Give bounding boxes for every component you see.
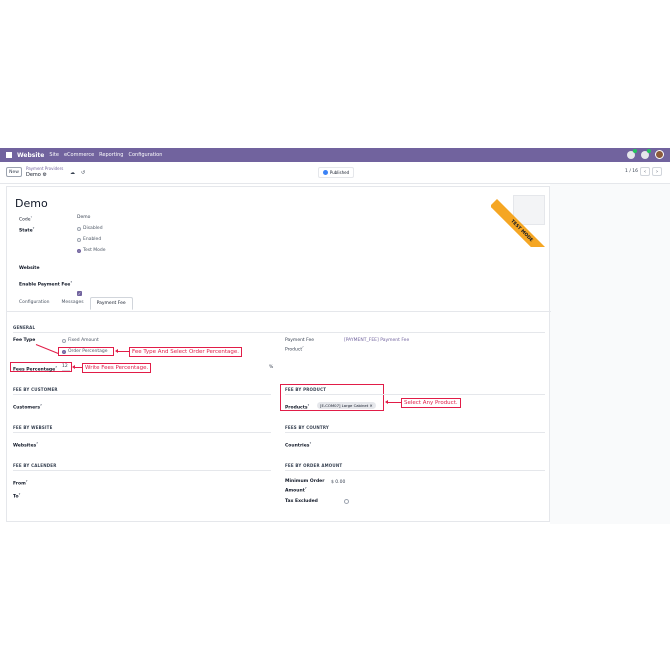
product-tag[interactable]: [E-COM07] Large Cabinet ✕: [317, 402, 376, 409]
section-divider: [285, 432, 545, 433]
new-button[interactable]: New: [6, 167, 22, 177]
menu-reporting[interactable]: Reporting: [99, 152, 123, 158]
website-label: Website: [19, 266, 40, 271]
state-label: State: [19, 228, 33, 234]
fee-type-label: Fee Type: [13, 338, 36, 343]
fee-type-fixed-radio[interactable]: Fixed Amount: [62, 338, 99, 343]
annotation-arrowhead: [72, 365, 75, 369]
notebook-tabs: Configuration Messages Payment Fee: [13, 297, 133, 310]
menu-ecommerce[interactable]: eCommerce: [64, 152, 94, 158]
pager-value[interactable]: 1 / 16: [625, 169, 638, 174]
annotation-arrow: [74, 367, 82, 368]
annotation-fee-type: Fee Type And Select Order Percentage.: [129, 347, 243, 357]
breadcrumb: Payment Providers Demo ⚙: [26, 166, 63, 178]
min-order-label-2: Amount: [285, 488, 305, 494]
payment-fee-product-link[interactable]: [PAYMENT_FEE] Payment Fee: [344, 338, 409, 343]
activity-clock-icon[interactable]: [641, 148, 651, 159]
menu-site[interactable]: Site: [49, 152, 59, 158]
published-button[interactable]: Published: [318, 167, 354, 178]
section-general: GENERAL: [13, 325, 36, 330]
websites-label: Websites: [13, 443, 37, 449]
section-fee-by-website: FEE BY WEBSITE: [13, 425, 53, 430]
gear-icon[interactable]: ⚙: [42, 172, 46, 178]
state-test-mode-radio[interactable]: Test Mode: [77, 248, 106, 253]
countries-label: Countries: [285, 443, 310, 449]
section-fee-by-customer: FEE BY CUSTOMER: [13, 387, 58, 392]
section-divider: [13, 470, 271, 471]
min-order-label-1: Minimum Order: [285, 479, 325, 484]
test-mode-ribbon: TEST MODE: [491, 187, 551, 247]
user-avatar[interactable]: [655, 150, 664, 159]
remove-tag-icon[interactable]: ✕: [369, 403, 372, 408]
annotation-arrowhead: [115, 349, 118, 353]
min-order-amount-input[interactable]: $ 0.00: [331, 480, 345, 485]
annotation-product: Select Any Product.: [401, 398, 461, 408]
cloud-upload-icon[interactable]: ☁: [70, 170, 75, 176]
menu-configuration[interactable]: Configuration: [128, 152, 162, 158]
chat-icon[interactable]: [627, 148, 637, 159]
from-label: From: [13, 481, 26, 487]
annotation-arrow: [387, 402, 401, 403]
customers-label: Customers: [13, 405, 41, 411]
section-fee-by-order-amount: FEE BY ORDER AMOUNT: [285, 463, 343, 468]
section-divider: [13, 332, 545, 333]
tab-configuration[interactable]: Configuration: [13, 297, 56, 310]
tab-payment-fee[interactable]: Payment Fee: [89, 297, 133, 310]
section-divider: [285, 470, 545, 471]
record-title[interactable]: Demo: [15, 197, 48, 210]
enable-payment-fee-checkbox[interactable]: ✓: [77, 291, 82, 296]
pager-next-button[interactable]: ›: [652, 167, 662, 176]
annotation-arrowhead: [385, 400, 388, 404]
fees-percentage-label: Fees Percentage: [13, 367, 56, 373]
app-brand[interactable]: Website: [17, 152, 44, 159]
section-fee-by-product: FEE BY PRODUCT: [285, 387, 327, 392]
code-value[interactable]: Demo: [77, 215, 90, 220]
discard-icon[interactable]: ↺: [81, 170, 85, 176]
enable-payment-fee-label: Enable Payment Fee: [19, 282, 71, 288]
percent-sign: %: [269, 365, 274, 370]
apps-menu-icon[interactable]: [6, 152, 12, 158]
payment-fee-product-label-1: Payment Fee: [285, 338, 315, 343]
tab-messages[interactable]: Messages: [56, 297, 90, 310]
top-navbar: Website Site eCommerce Reporting Configu…: [0, 148, 670, 162]
annotation-arrow: [35, 344, 59, 354]
fee-type-order-percentage-radio[interactable]: Order Percentage: [62, 349, 108, 354]
tax-excluded-checkbox[interactable]: [344, 499, 349, 504]
tax-excluded-label: Tax Excluded: [285, 499, 318, 504]
breadcrumb-current: Demo: [26, 172, 41, 178]
state-disabled-radio[interactable]: Disabled: [77, 226, 103, 231]
section-divider: [285, 394, 545, 395]
fees-percentage-input[interactable]: 12: [62, 364, 70, 371]
section-fees-by-country: FEES BY COUNTRY: [285, 425, 330, 430]
annotation-arrow: [117, 351, 129, 352]
section-divider: [13, 432, 271, 433]
section-divider: [13, 394, 271, 395]
pager-prev-button[interactable]: ‹: [640, 167, 650, 176]
globe-icon: [322, 170, 328, 175]
products-label: Products: [285, 405, 308, 411]
control-panel: New Payment Providers Demo ⚙ ☁ ↺ Publish…: [0, 162, 670, 184]
payment-fee-product-label-2: Product: [285, 347, 303, 353]
pager: 1 / 16 ‹ ›: [625, 167, 662, 176]
section-fee-by-calender: FEE BY CALENDER: [13, 463, 57, 468]
tab-divider: [7, 311, 551, 312]
annotation-fees-percentage: Write Fees Percentage.: [82, 363, 152, 373]
published-label: Published: [329, 170, 350, 175]
chatter-area: [550, 184, 670, 524]
code-label: Code: [19, 217, 31, 223]
form-sheet: TEST MODE Demo Code? Demo State? Disable…: [6, 186, 551, 522]
state-enabled-radio[interactable]: Enabled: [77, 237, 101, 242]
